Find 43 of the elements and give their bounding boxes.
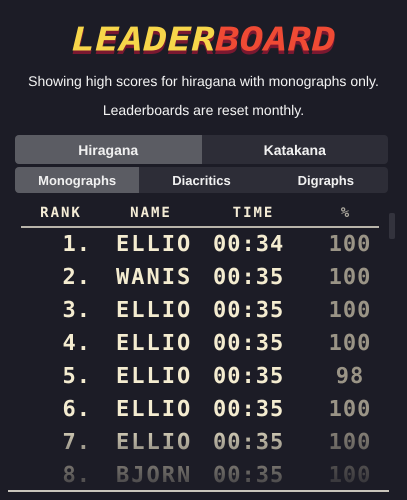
time-cell-text: 00:35 <box>212 397 286 422</box>
time-cell-text: 00:34 <box>212 232 286 257</box>
reset-note: Leaderboards are reset monthly. <box>102 102 304 118</box>
column-header: % <box>340 205 352 221</box>
name-cell-text: ELLIO <box>115 430 194 455</box>
rank-cell-text: 6. <box>62 397 92 422</box>
script-tab[interactable]: Katakana <box>202 135 388 164</box>
column-header: TIME <box>232 205 276 221</box>
rank-cell-text: 1. <box>62 232 92 257</box>
script-tab[interactable]: Hiragana <box>15 135 202 164</box>
name-cell-text: BJORN <box>115 463 194 488</box>
rank-cell-text: 4. <box>62 331 92 356</box>
percent-cell-text: 100 <box>328 265 372 290</box>
time-cell-text: 00:35 <box>212 265 286 290</box>
rank-cell-text: 7. <box>62 430 92 455</box>
percent-cell-text: 100 <box>328 430 372 455</box>
name-cell-text: WANIS <box>115 265 194 290</box>
percent-cell-text: 98 <box>334 364 366 389</box>
time-cell-text: 00:35 <box>212 430 286 455</box>
set-tab[interactable]: Diacritics <box>139 167 264 193</box>
name-cell-text: ELLIO <box>115 298 194 323</box>
name-cell-text: ELLIO <box>115 331 194 356</box>
set-tab[interactable]: Digraphs <box>264 167 388 193</box>
description-text: Showing high scores for hiragana with monographs only. <box>28 73 379 89</box>
time-cell-text: 00:35 <box>212 364 286 389</box>
rank-cell-text: 2. <box>62 265 92 290</box>
rank-cell-text: 8. <box>62 463 92 488</box>
rank-cell-text: 3. <box>62 298 92 323</box>
time-cell-text: 00:35 <box>212 463 286 488</box>
column-header: RANK <box>39 205 83 221</box>
name-cell-text: ELLIO <box>115 364 194 389</box>
leaderboard-logo: LEADERBOARD <box>71 24 336 56</box>
name-cell-text: ELLIO <box>115 232 194 257</box>
time-cell-text: 00:35 <box>212 331 286 356</box>
set-tab[interactable]: Monographs <box>15 167 140 193</box>
percent-cell-text: 100 <box>328 298 372 323</box>
time-cell-text: 00:35 <box>212 298 286 323</box>
percent-cell-text: 100 <box>328 331 372 356</box>
rank-cell-text: 5. <box>62 364 92 389</box>
name-cell-text: ELLIO <box>115 397 194 422</box>
column-header: NAME <box>129 205 173 221</box>
percent-cell-text: 100 <box>328 232 372 257</box>
percent-cell-text: 100 <box>328 397 372 422</box>
